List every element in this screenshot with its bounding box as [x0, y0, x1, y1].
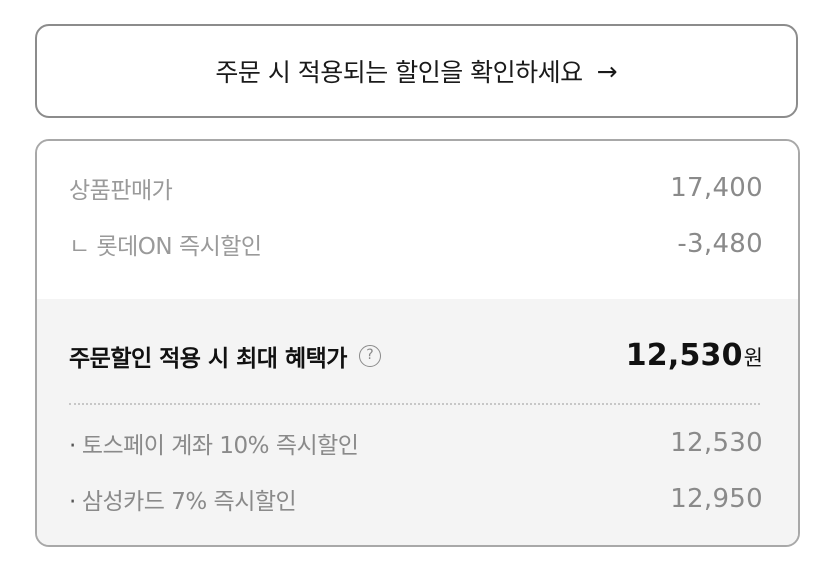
- instant-discount-value: -3,480: [677, 229, 763, 259]
- help-icon[interactable]: ?: [358, 344, 381, 367]
- max-benefit-price: 12,530: [625, 338, 743, 373]
- card-discount-label: 삼성카드 7% 즉시할인: [81, 489, 297, 515]
- card-discount-value: 12,950: [670, 484, 763, 514]
- max-benefit-row: 주문할인 적용 시 최대 혜택가 ? 12,530 원: [69, 338, 763, 373]
- price-breakdown-card: 상품판매가 17,400 ㄴ 롯데ON 즉시할인 -3,480 주문할인 적용 …: [35, 139, 800, 547]
- card-discount-label: 토스페이 계좌 10% 즉시할인: [81, 433, 359, 459]
- max-benefit-currency: 원: [743, 346, 763, 370]
- arrow-right-icon: →: [596, 56, 618, 86]
- check-discounts-label: 주문 시 적용되는 할인을 확인하세요: [215, 58, 583, 87]
- list-price-row: 상품판매가 17,400: [69, 171, 763, 205]
- bullet-icon: ·: [69, 433, 76, 459]
- list-price-label: 상품판매가: [69, 178, 173, 204]
- max-benefit-label: 주문할인 적용 시 최대 혜택가: [69, 345, 347, 372]
- card-discount-value: 12,530: [670, 428, 763, 458]
- instant-discount-label: ㄴ 롯데ON 즉시할인: [69, 234, 262, 260]
- price-summary-section: [37, 141, 798, 299]
- dotted-divider: [69, 403, 760, 405]
- card-discount-row: · 삼성카드 7% 즉시할인 12,950: [69, 482, 763, 516]
- card-discount-row: · 토스페이 계좌 10% 즉시할인 12,530: [69, 426, 763, 460]
- instant-discount-row: ㄴ 롯데ON 즉시할인 -3,480: [69, 227, 763, 261]
- bullet-icon: ·: [69, 489, 76, 515]
- list-price-value: 17,400: [670, 173, 763, 203]
- check-discounts-button[interactable]: 주문 시 적용되는 할인을 확인하세요 →: [35, 24, 798, 118]
